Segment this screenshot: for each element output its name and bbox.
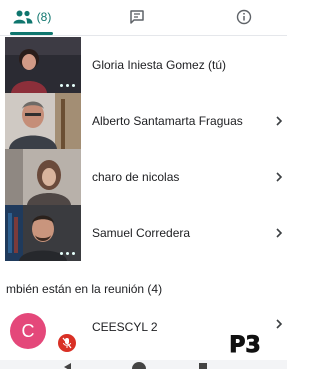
info-icon [236, 9, 252, 25]
participant-name: Alberto Santamarta Fraguas [92, 114, 243, 128]
participant-name: Samuel Corredera [92, 226, 191, 240]
tab-divider [0, 35, 287, 36]
participant-name: Gloria Iniesta Gomez (tú) [92, 58, 227, 72]
chevron-right-icon[interactable] [275, 93, 283, 149]
watermark-logo: P3 [224, 330, 266, 363]
participant-name: CEESCYL 2 [92, 320, 158, 334]
video-thumbnail [5, 205, 81, 261]
tab-info[interactable] [212, 0, 276, 34]
speaking-indicator [60, 84, 75, 87]
tab-chat[interactable] [105, 0, 169, 34]
video-thumbnail [5, 37, 81, 93]
home-icon[interactable] [132, 362, 146, 369]
participant-row[interactable]: Gloria Iniesta Gomez (tú) [0, 37, 287, 93]
back-icon[interactable] [64, 363, 71, 369]
participant-row[interactable]: Alberto Santamarta Fraguas [0, 93, 287, 149]
chevron-right-icon[interactable] [275, 205, 283, 261]
speaking-indicator [60, 252, 75, 255]
participant-row[interactable]: Samuel Corredera [0, 205, 287, 261]
people-count: (8) [36, 10, 52, 24]
mic-off-icon [58, 334, 76, 352]
avatar: C [10, 313, 46, 349]
video-thumbnail [5, 93, 81, 149]
participant-name: charo de nicolas [92, 170, 180, 184]
tab-people[interactable]: (8) [0, 0, 64, 34]
participant-row[interactable]: charo de nicolas [0, 149, 287, 205]
svg-text:P3: P3 [229, 333, 260, 358]
chevron-right-icon[interactable] [275, 149, 283, 205]
video-thumbnail [5, 149, 81, 205]
system-nav-bar [0, 360, 287, 369]
participants-tab-bar: (8) [0, 0, 287, 35]
chat-icon [130, 10, 144, 24]
chevron-right-icon[interactable] [275, 316, 283, 334]
recent-apps-icon[interactable] [199, 363, 207, 369]
also-in-meeting-header: mbién están en la reunión (4) [6, 282, 163, 296]
people-icon [13, 10, 33, 24]
